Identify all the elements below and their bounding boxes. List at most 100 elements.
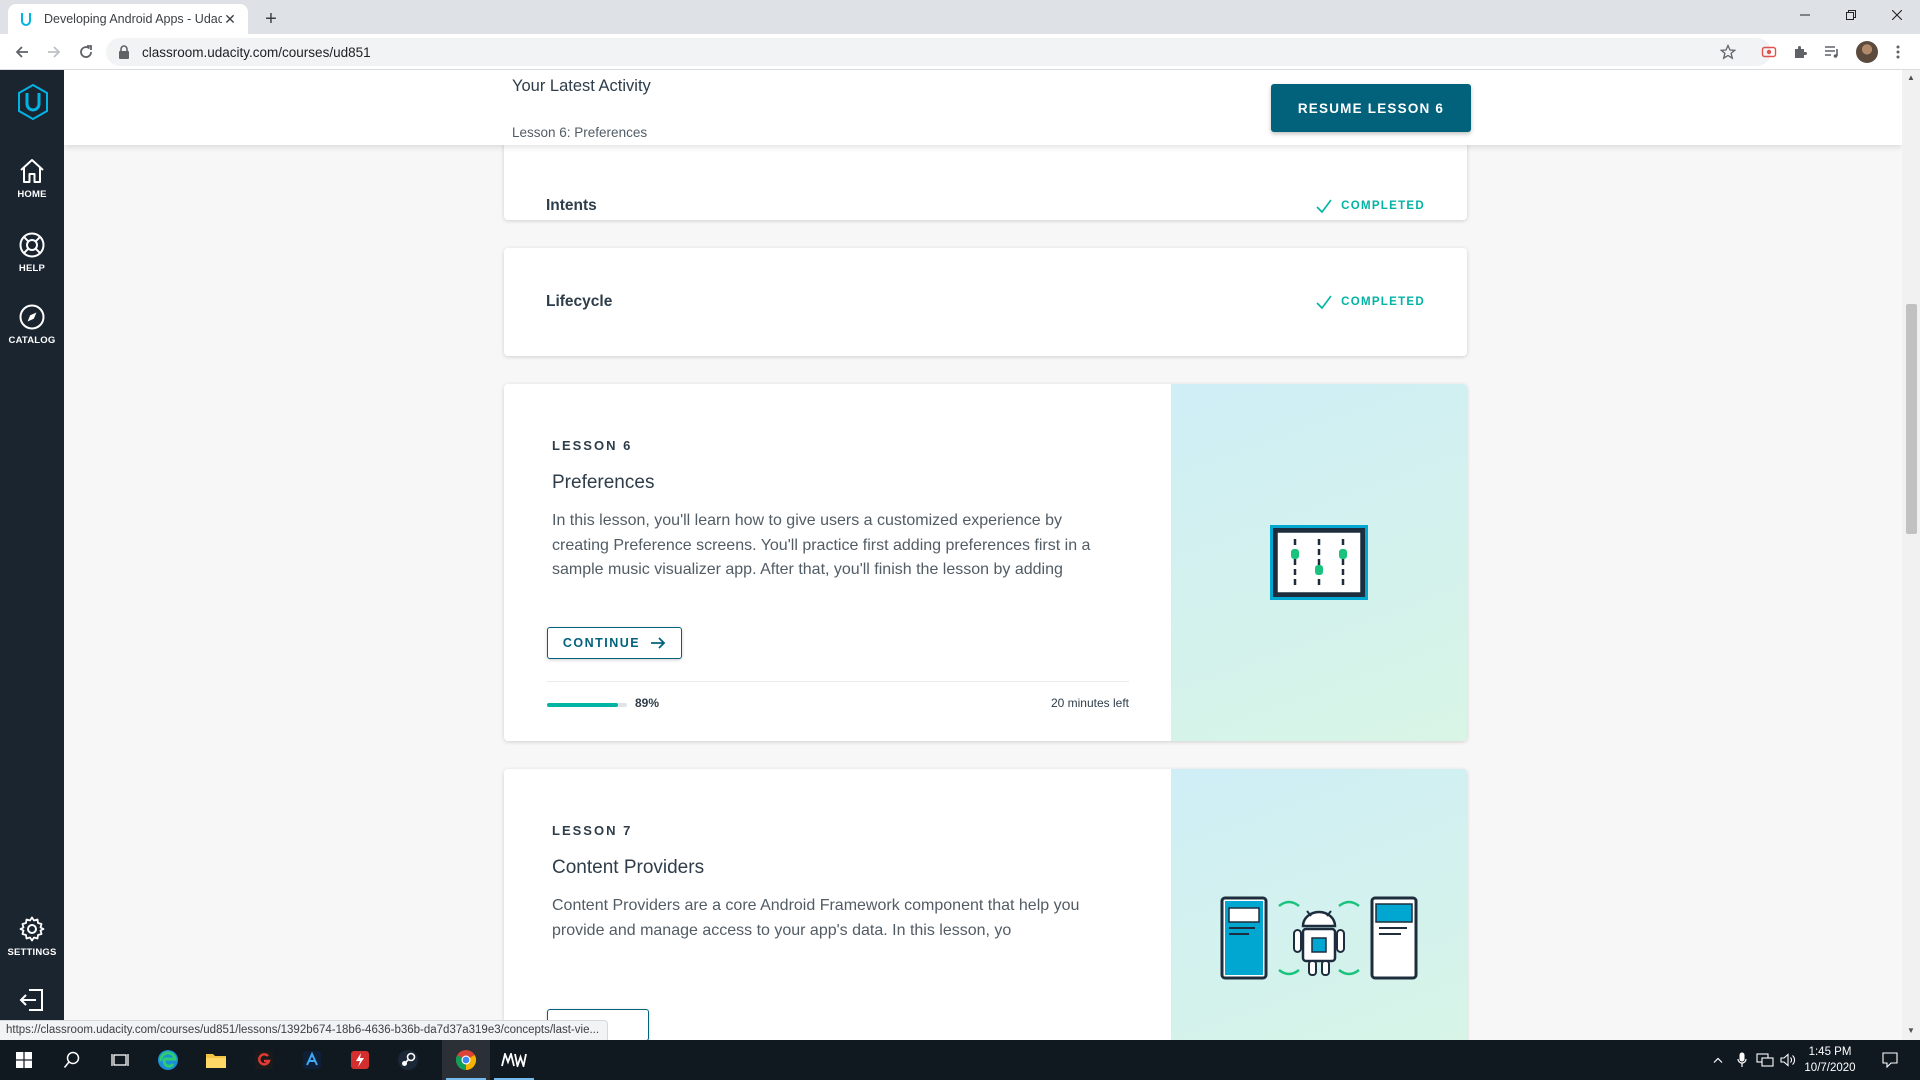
steam-taskbar-button[interactable] xyxy=(384,1040,432,1080)
extensions-puzzle-icon[interactable] xyxy=(1790,42,1810,62)
battle-net-icon xyxy=(303,1051,321,1069)
lesson-progress-footer: 89% 20 minutes left xyxy=(547,681,1129,726)
continue-button[interactable]: CONTINUE xyxy=(547,627,682,659)
lesson-number: LESSON 6 xyxy=(552,438,633,453)
url-text: classroom.udacity.com/courses/ud851 xyxy=(142,44,371,60)
mw-app-taskbar-button[interactable] xyxy=(490,1040,538,1080)
main-content: Your Latest Activity Lesson 6: Preferenc… xyxy=(64,70,1902,1040)
sidebar-label: HOME xyxy=(17,189,47,200)
new-tab-button[interactable]: + xyxy=(258,6,284,32)
lesson-name: Preferences xyxy=(552,472,655,493)
concept-card-lifecycle[interactable]: Lifecycle COMPLETED xyxy=(504,248,1467,356)
lightning-icon xyxy=(351,1051,369,1069)
battle-net-taskbar-button[interactable] xyxy=(288,1040,336,1080)
flash-app-taskbar-button[interactable] xyxy=(336,1040,384,1080)
home-icon xyxy=(20,159,44,183)
activity-title: Your Latest Activity xyxy=(512,77,651,95)
udacity-favicon-icon xyxy=(18,11,34,27)
browser-menu-icon[interactable] xyxy=(1888,42,1908,62)
bookmark-star-icon[interactable] xyxy=(1718,42,1738,62)
concept-title: Lifecycle xyxy=(546,293,613,310)
completed-label: COMPLETED xyxy=(1341,296,1425,308)
lesson-number: LESSON 7 xyxy=(552,823,633,838)
close-window-button[interactable] xyxy=(1874,0,1920,30)
lesson-name: Content Providers xyxy=(552,857,705,878)
page-scrollbar[interactable]: ▲ ▼ xyxy=(1902,70,1920,1040)
microphone-icon[interactable] xyxy=(1732,1040,1752,1080)
logout-button[interactable] xyxy=(0,985,64,1015)
lesson-card-7: LESSON 7 Content Providers Content Provi… xyxy=(504,769,1467,1040)
progress-bar xyxy=(547,703,627,707)
restore-button[interactable] xyxy=(1828,0,1874,30)
compass-icon xyxy=(19,304,45,330)
windows-taskbar: 1:45 PM 10/7/2020 xyxy=(0,1040,1920,1080)
back-button[interactable] xyxy=(10,40,34,64)
logout-icon xyxy=(19,989,43,1011)
game-app-taskbar-button[interactable] xyxy=(240,1040,288,1080)
scroll-thumb[interactable] xyxy=(1906,304,1917,534)
network-icon[interactable] xyxy=(1754,1040,1776,1080)
reload-button[interactable] xyxy=(74,40,98,64)
completed-status: COMPLETED xyxy=(1315,197,1425,215)
scroll-down-arrow-icon[interactable]: ▼ xyxy=(1907,1026,1915,1035)
checkmark-icon xyxy=(1316,199,1332,214)
address-bar[interactable]: classroom.udacity.com/courses/ud851 xyxy=(106,38,1771,66)
tab-close-icon[interactable]: ✕ xyxy=(222,11,238,27)
browser-tabstrip: Developing Android Apps - Udac ✕ + xyxy=(0,0,1920,34)
lifebuoy-icon xyxy=(19,232,45,258)
media-controls-icon[interactable] xyxy=(1822,42,1842,62)
sidebar-item-help[interactable]: HELP xyxy=(0,230,64,274)
udacity-logo[interactable] xyxy=(17,83,49,121)
clock-date: 10/7/2020 xyxy=(1804,1062,1856,1074)
task-view-button[interactable] xyxy=(96,1040,144,1080)
taskbar-clock[interactable]: 1:45 PM 10/7/2020 xyxy=(1800,1044,1860,1076)
folder-icon xyxy=(206,1054,226,1068)
lesson-description: In this lesson, you'll learn how to give… xyxy=(552,512,1091,578)
extension-record-icon[interactable] xyxy=(1759,42,1779,62)
edge-icon xyxy=(158,1050,178,1070)
file-explorer-taskbar-button[interactable] xyxy=(192,1040,240,1080)
resume-lesson-button[interactable]: RESUME LESSON 6 xyxy=(1271,84,1471,132)
sidebar-item-settings[interactable]: SETTINGS xyxy=(0,914,64,958)
lesson-illustration-panel xyxy=(1171,769,1467,1040)
task-view-icon xyxy=(111,1054,129,1066)
start-button[interactable] xyxy=(0,1040,48,1080)
sidebar-label: SETTINGS xyxy=(7,947,57,958)
lesson-illustration-panel xyxy=(1171,384,1467,741)
mw-logo-icon xyxy=(501,1053,527,1067)
checkmark-icon xyxy=(1316,295,1332,310)
chrome-taskbar-button[interactable] xyxy=(442,1040,490,1080)
sidebar-item-catalog[interactable]: CATALOG xyxy=(0,302,64,346)
progress-percent: 89% xyxy=(635,696,660,710)
lesson-description: Content Providers are a core Android Fra… xyxy=(552,897,1080,939)
tray-chevron-icon[interactable] xyxy=(1708,1040,1728,1080)
activity-subtitle: Lesson 6: Preferences xyxy=(512,125,648,140)
windows-logo-icon xyxy=(16,1052,32,1068)
clock-time: 1:45 PM xyxy=(1808,1046,1852,1058)
chrome-icon xyxy=(455,1050,477,1071)
arrow-right-icon xyxy=(651,637,666,649)
gear-icon xyxy=(19,916,45,942)
forward-button[interactable] xyxy=(42,40,66,64)
tab-title: Developing Android Apps - Udac xyxy=(44,12,222,26)
search-button[interactable] xyxy=(48,1040,96,1080)
edge-taskbar-button[interactable] xyxy=(144,1040,192,1080)
red-game-icon xyxy=(255,1051,273,1069)
time-left: 20 minutes left xyxy=(1050,696,1129,710)
notification-center-icon[interactable] xyxy=(1872,1040,1908,1080)
sliders-icon xyxy=(1270,525,1368,600)
scroll-up-arrow-icon[interactable]: ▲ xyxy=(1907,73,1915,82)
latest-activity-bar: Your Latest Activity Lesson 6: Preferenc… xyxy=(64,70,1902,145)
browser-tab[interactable]: Developing Android Apps - Udac ✕ xyxy=(8,4,248,34)
sidebar-item-home[interactable]: HOME xyxy=(0,156,64,200)
profile-avatar[interactable] xyxy=(1856,41,1878,63)
completed-status: COMPLETED xyxy=(1315,293,1425,311)
sidebar-label: HELP xyxy=(18,263,46,274)
progress-fill xyxy=(547,703,619,707)
volume-icon[interactable] xyxy=(1778,1040,1798,1080)
browser-toolbar: classroom.udacity.com/courses/ud851 xyxy=(0,34,1920,70)
lock-icon xyxy=(118,45,132,59)
continue-label: CONTINUE xyxy=(562,636,641,650)
minimize-button[interactable] xyxy=(1782,0,1828,30)
lesson-card-6: LESSON 6 Preferences In this lesson, you… xyxy=(504,384,1467,741)
